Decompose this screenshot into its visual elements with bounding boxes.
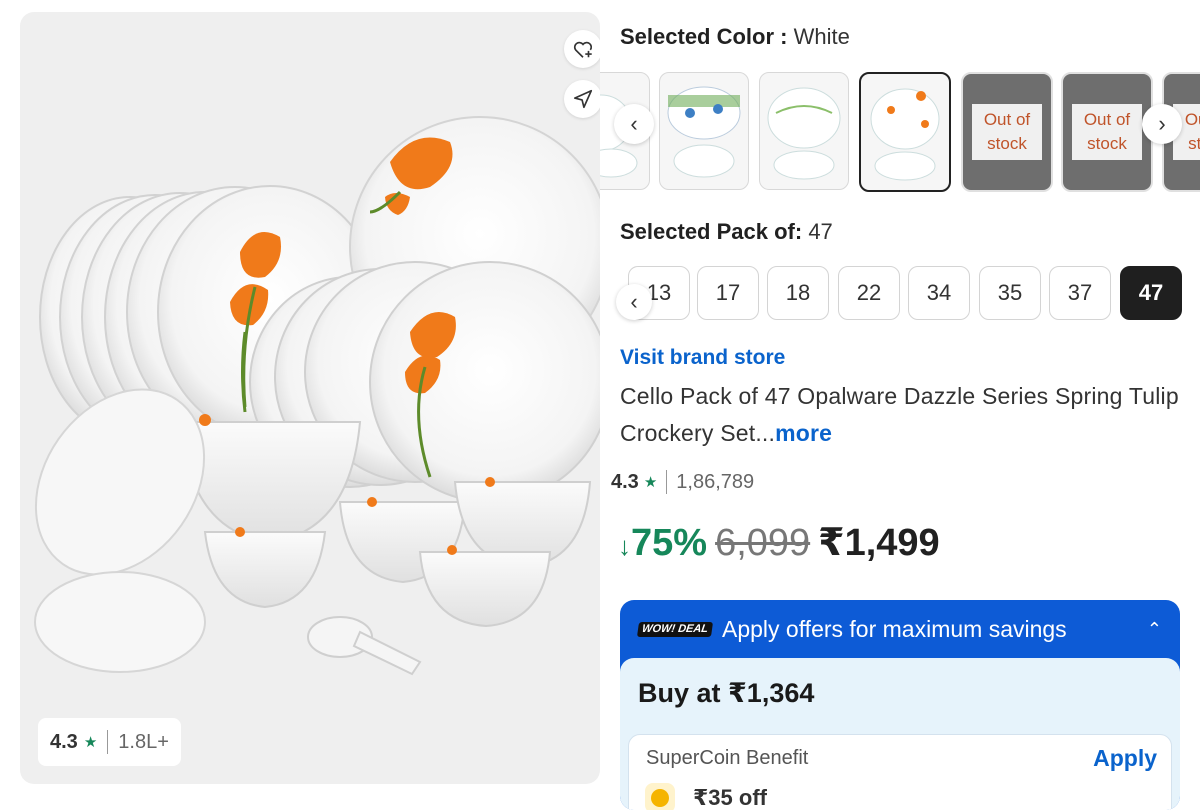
pack-option[interactable]: 22	[838, 266, 900, 320]
buy-at-price: Buy at ₹1,364	[638, 678, 815, 708]
selected-color-label: Selected Color :	[620, 24, 788, 49]
pack-option[interactable]: 18	[767, 266, 829, 320]
selling-price: ₹1,499	[818, 522, 940, 564]
discount-value: 75%	[631, 522, 708, 564]
arrow-down-icon: ↓	[618, 531, 631, 561]
swatch-thumbnail	[870, 88, 940, 181]
offers-body: Buy at ₹1,364 SuperCoin Benefit Apply ₹3…	[620, 658, 1180, 810]
swatch-thumbnail	[767, 87, 841, 180]
divider	[107, 730, 109, 754]
swatch-next-button[interactable]: ›	[1142, 104, 1182, 144]
pack-option[interactable]: 34	[908, 266, 970, 320]
original-price: 6,099	[715, 522, 811, 564]
chevron-left-icon: ‹	[630, 111, 638, 136]
selected-pack-value: 47	[808, 219, 833, 244]
heart-plus-icon	[573, 41, 593, 58]
selected-pack-line: Selected Pack of: 47	[620, 219, 833, 245]
rating-count: 1,86,789	[676, 470, 755, 493]
out-of-stock-label: Out of stock	[971, 104, 1043, 160]
color-swatch[interactable]	[659, 72, 749, 190]
out-of-stock-label: Out of stock	[1071, 104, 1143, 160]
wow-deal-badge: WOW! DEAL	[636, 621, 714, 637]
color-swatch-carousel: Out of stock Out of stock Out of stock	[600, 72, 1200, 192]
divider	[666, 470, 668, 494]
chevron-left-icon: ‹	[630, 289, 638, 314]
product-title: Cello Pack of 47 Opalware Dazzle Series …	[620, 378, 1190, 452]
product-rating[interactable]: 4.3 ★ 1,86,789	[611, 470, 754, 494]
product-image[interactable]	[20, 12, 600, 784]
offers-header[interactable]: WOW! DEAL Apply offers for maximum savin…	[620, 600, 1180, 658]
add-to-wishlist-button[interactable]	[564, 30, 600, 68]
star-icon: ★	[83, 734, 98, 751]
pack-option[interactable]: 17	[697, 266, 759, 320]
visit-brand-store-link[interactable]: Visit brand store	[620, 346, 785, 370]
share-button[interactable]	[564, 80, 600, 118]
price-row: ↓75% 6,099 ₹1,499	[618, 520, 940, 565]
chevron-up-icon: ⌃	[1146, 618, 1162, 639]
supercoin-title: SuperCoin Benefit	[646, 747, 809, 769]
pack-option[interactable]: 37	[1049, 266, 1111, 320]
read-more-link[interactable]: more	[775, 420, 832, 446]
color-swatch-out-of-stock[interactable]: Out of stock	[961, 72, 1053, 192]
image-rating-badge: 4.3 ★ 1.8L+	[38, 718, 181, 766]
product-title-text: Cello Pack of 47 Opalware Dazzle Series …	[620, 383, 1179, 446]
rating-value: 4.3	[611, 470, 639, 493]
color-swatch-selected[interactable]	[859, 72, 951, 192]
pack-prev-button[interactable]: ‹	[616, 284, 652, 320]
image-review-count: 1.8L+	[118, 730, 169, 753]
supercoin-offer: SuperCoin Benefit Apply ₹35 off	[628, 734, 1172, 810]
chevron-right-icon: ›	[1158, 111, 1166, 136]
supercoin-amount: ₹35 off	[693, 785, 767, 810]
supercoin-apply-button[interactable]: Apply	[1093, 745, 1157, 772]
supercoin-icon	[645, 783, 675, 810]
star-icon: ★	[643, 474, 658, 491]
offers-card: WOW! DEAL Apply offers for maximum savin…	[620, 600, 1180, 810]
image-rating-value: 4.3	[50, 730, 78, 753]
color-swatch-out-of-stock[interactable]: Out of stock	[1061, 72, 1153, 192]
pack-size-selector: 13 17 18 22 34 35 37 47	[600, 266, 1200, 322]
discount-percent: ↓75%	[618, 522, 707, 565]
swatch-thumbnail	[667, 86, 741, 178]
selected-color-value: White	[793, 24, 850, 49]
pack-option-selected[interactable]: 47	[1120, 266, 1182, 320]
send-icon	[573, 89, 593, 109]
pack-option[interactable]: 35	[979, 266, 1041, 320]
crockery-set-illustration	[34, 116, 600, 676]
color-swatch[interactable]	[759, 72, 849, 190]
swatch-prev-button[interactable]: ‹	[614, 104, 654, 144]
selected-pack-label: Selected Pack of:	[620, 219, 803, 244]
offers-header-text: Apply offers for maximum savings	[721, 615, 1067, 642]
selected-color-line: Selected Color : White	[620, 24, 850, 50]
